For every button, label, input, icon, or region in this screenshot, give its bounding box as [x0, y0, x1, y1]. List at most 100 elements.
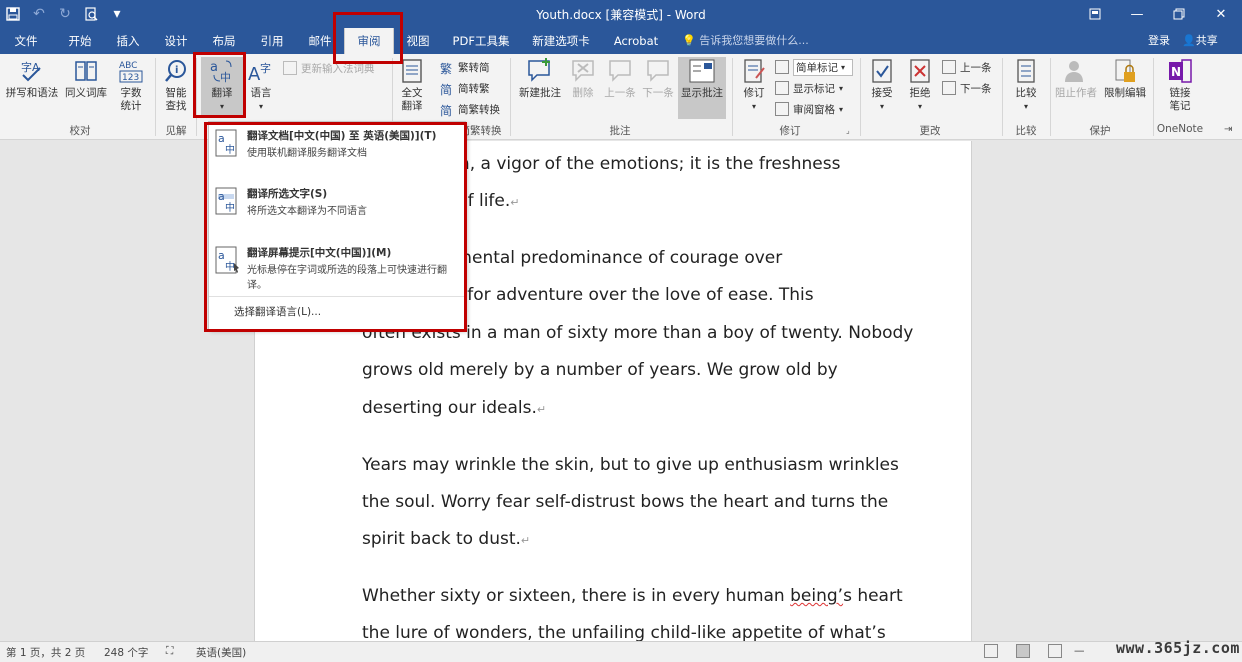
next-change-button[interactable]: 下一条 — [942, 78, 992, 98]
tab-layout[interactable]: 布局 — [202, 28, 246, 54]
next-comment-label: 下一条 — [642, 87, 674, 99]
thesaurus-button[interactable]: 同义词库 — [62, 57, 110, 100]
to-simplified-button[interactable]: 繁繁转简 — [440, 57, 490, 77]
read-mode-icon[interactable] — [984, 644, 998, 658]
linked-notes-button[interactable]: N 链接 笔记 — [1160, 57, 1200, 113]
title-bar: ↶ ↻ ▾ Youth.docx [兼容模式] - Word — ✕ — [0, 0, 1242, 28]
document-line-text: deserting our ideals. — [362, 398, 537, 418]
accept-button[interactable]: 接受 ▾ — [865, 57, 899, 113]
separator — [155, 58, 156, 136]
smart-lookup-label-1: 智能 — [165, 87, 187, 99]
collapse-ribbon-icon[interactable]: ⇥ — [1224, 124, 1232, 135]
user-icon: 👤 — [1182, 34, 1196, 47]
ribbon-display-icon[interactable] — [1074, 0, 1116, 28]
linked-notes-label-1: 链接 — [1169, 87, 1191, 99]
track-changes-icon — [737, 57, 771, 85]
tell-me-box[interactable]: 💡 告诉我您想要做什么... — [682, 28, 809, 54]
show-comments-button[interactable]: 显示批注 — [678, 57, 726, 119]
tracking-dialog-launcher-icon[interactable]: ⌟ — [846, 126, 850, 135]
prev-change-button[interactable]: 上一条 — [942, 57, 992, 77]
tab-acrobat[interactable]: Acrobat — [606, 28, 666, 54]
tab-references[interactable]: 引用 — [250, 28, 294, 54]
tab-new[interactable]: 新建选项卡 — [526, 28, 596, 54]
print-layout-icon[interactable] — [1016, 644, 1030, 658]
chevron-down-icon: ▾ — [841, 62, 846, 72]
group-compare: 比较 — [1015, 125, 1037, 137]
word-count-icon: ABC 123 — [112, 57, 150, 85]
prev-comment-label: 上一条 — [604, 87, 636, 99]
spelling-button[interactable]: 字A 拼写和语法 — [4, 57, 60, 100]
block-authors-button[interactable]: 阻止作者 — [1052, 57, 1100, 100]
customize-icon[interactable]: ▾ — [104, 0, 130, 28]
separator — [860, 58, 861, 136]
page-count[interactable]: 第 1 页，共 2 页 — [6, 645, 85, 660]
reject-label: 拒绝 — [909, 87, 931, 99]
proofing-status-icon[interactable]: ⛶ — [166, 645, 173, 658]
language-status[interactable]: 英语(美国) — [196, 645, 246, 660]
svg-text:123: 123 — [122, 73, 139, 83]
smart-lookup-button[interactable]: i 智能 查找 — [160, 57, 192, 113]
convert-button[interactable]: 简简繁转换 — [440, 99, 500, 119]
paragraph-mark-icon: ↵ — [520, 534, 531, 547]
chevron-down-icon: ▾ — [839, 83, 844, 93]
zoom-out-icon[interactable]: — — [1074, 645, 1085, 657]
to-traditional-button[interactable]: 简简转繁 — [440, 78, 490, 98]
close-icon[interactable]: ✕ — [1200, 0, 1242, 28]
markup-select[interactable]: 简单标记 ▾ — [775, 57, 853, 77]
lightbulb-icon: 💡 — [682, 34, 696, 47]
reviewing-pane-button[interactable]: 审阅窗格 ▾ — [775, 99, 843, 119]
track-changes-button[interactable]: 修订 ▾ — [737, 57, 771, 113]
show-markup-label: 显示标记 — [793, 82, 835, 95]
document-line: deserting our ideals.↵ — [362, 398, 546, 418]
reject-button[interactable]: 拒绝 ▾ — [903, 57, 937, 113]
web-layout-icon[interactable] — [1048, 644, 1062, 658]
undo-icon[interactable]: ↶ — [26, 0, 52, 28]
svg-text:i: i — [175, 65, 178, 76]
spelling-error-mark[interactable]: being’ — [790, 586, 843, 606]
reviewing-pane-label: 审阅窗格 — [793, 103, 835, 116]
save-icon[interactable] — [0, 0, 26, 28]
restore-icon[interactable] — [1158, 0, 1200, 28]
redo-icon[interactable]: ↻ — [52, 0, 78, 28]
tab-home[interactable]: 开始 — [58, 28, 102, 54]
next-comment-button[interactable]: 下一条 — [640, 57, 676, 100]
prev-comment-icon — [602, 57, 638, 85]
word-count-button[interactable]: ABC 123 字数 统计 — [112, 57, 150, 113]
new-comment-button[interactable]: 新建批注 — [515, 57, 565, 100]
separator — [1050, 58, 1051, 136]
show-markup-button[interactable]: 显示标记 ▾ — [775, 78, 843, 98]
prev-comment-button[interactable]: 上一条 — [602, 57, 638, 100]
fulltext-translate-button[interactable]: 全文 翻译 — [396, 57, 428, 113]
highlight-review-tab — [333, 12, 403, 64]
restrict-editing-button[interactable]: 限制编辑 — [1100, 57, 1150, 100]
separator — [1002, 58, 1003, 136]
ribbon-tabs: 文件 开始 插入 设计 布局 引用 邮件 审阅 视图 PDF工具集 新建选项卡 … — [0, 28, 1242, 54]
prev-change-icon — [942, 60, 956, 74]
language-icon: A字 — [246, 57, 276, 85]
document-line: the soul. Worry fear self-distrust bows … — [362, 492, 888, 512]
compare-button[interactable]: 比较 ▾ — [1006, 57, 1046, 113]
svg-text:ABC: ABC — [119, 61, 137, 71]
tab-insert[interactable]: 插入 — [106, 28, 150, 54]
accept-icon — [865, 57, 899, 85]
language-button[interactable]: A字 语言 ▾ — [246, 57, 276, 113]
block-authors-icon — [1052, 57, 1100, 85]
login-link[interactable]: 登录 — [1148, 28, 1170, 54]
minimize-icon[interactable]: — — [1116, 0, 1158, 28]
document-line-text: the soul. Worry fear self-distrust bows … — [362, 492, 889, 512]
tab-pdf-tools[interactable]: PDF工具集 — [446, 28, 516, 54]
quick-access-toolbar: ↶ ↻ ▾ — [0, 0, 130, 28]
delete-comment-button[interactable]: 删除 — [566, 57, 600, 100]
separator — [732, 58, 733, 136]
accept-label: 接受 — [871, 87, 893, 99]
document-line-text: Whether sixty or sixteen, there is in ev… — [362, 586, 903, 606]
tab-file[interactable]: 文件 — [4, 28, 48, 54]
tab-design[interactable]: 设计 — [154, 28, 198, 54]
document-line-text: Years may wrinkle the skin, but to give … — [362, 455, 899, 475]
print-preview-icon[interactable] — [78, 0, 104, 28]
word-count[interactable]: 248 个字 — [104, 645, 148, 660]
highlight-translate-menu — [204, 122, 467, 332]
share-button[interactable]: 👤共享 — [1182, 28, 1218, 54]
compare-icon — [1006, 57, 1046, 85]
paragraph-mark-icon: ↵ — [510, 196, 520, 209]
